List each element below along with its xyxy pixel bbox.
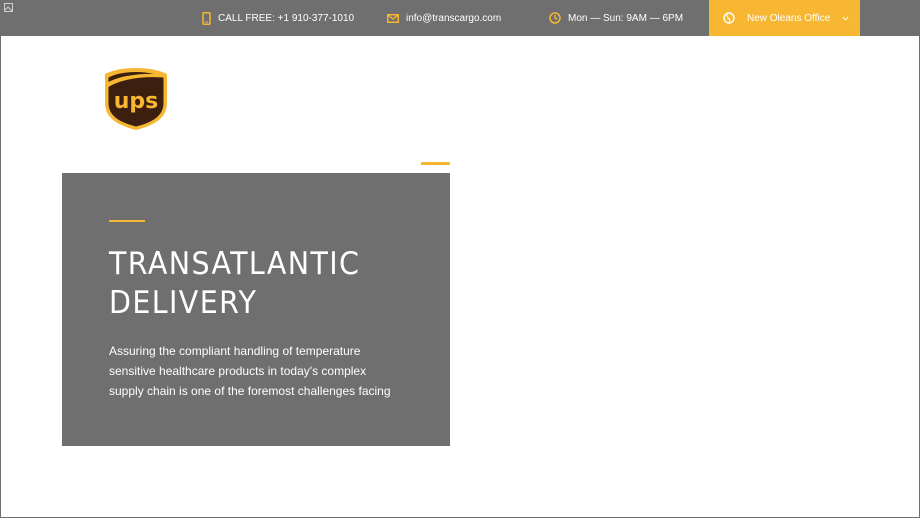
hours-text: Mon — Sun: 9AM — 6PM	[568, 12, 684, 24]
hero-title-line2: DELIVERY	[109, 285, 258, 321]
top-bar: CALL FREE: +1 910-377-1010 info@transcar…	[1, 0, 920, 36]
hero-accent-line	[109, 220, 145, 222]
email-text: info@transcargo.com	[406, 12, 502, 24]
hero-title-line1: TRANSATLANTIC	[109, 246, 361, 282]
globe-icon	[723, 12, 735, 24]
hero-description-line3: supply chain is one of the foremost chal…	[109, 384, 391, 398]
hero-description-line2: sensitive healthcare products in today's…	[109, 364, 367, 378]
hero-card: TRANSATLANTIC DELIVERY Assuring the comp…	[62, 173, 450, 446]
accent-line	[421, 162, 450, 165]
office-label: New Oleans Office	[747, 12, 831, 24]
clock-icon	[549, 12, 561, 24]
logo-text: ups	[114, 89, 159, 114]
ups-logo[interactable]: ups	[104, 67, 168, 131]
envelope-icon	[387, 13, 399, 23]
office-selector[interactable]: New Oleans Office	[709, 0, 860, 36]
hero-title: TRANSATLANTIC DELIVERY	[109, 245, 403, 323]
chevron-down-icon	[842, 16, 849, 21]
phone-text: CALL FREE: +1 910-377-1010	[218, 12, 355, 24]
phone-contact[interactable]: CALL FREE: +1 910-377-1010	[202, 0, 354, 36]
opening-hours: Mon — Sun: 9AM — 6PM	[549, 0, 683, 36]
phone-icon	[202, 11, 211, 25]
broken-image-icon	[4, 3, 13, 12]
email-contact[interactable]: info@transcargo.com	[387, 0, 501, 36]
hero-description: Assuring the compliant handling of tempe…	[109, 341, 409, 401]
hero-description-line1: Assuring the compliant handling of tempe…	[109, 344, 361, 358]
